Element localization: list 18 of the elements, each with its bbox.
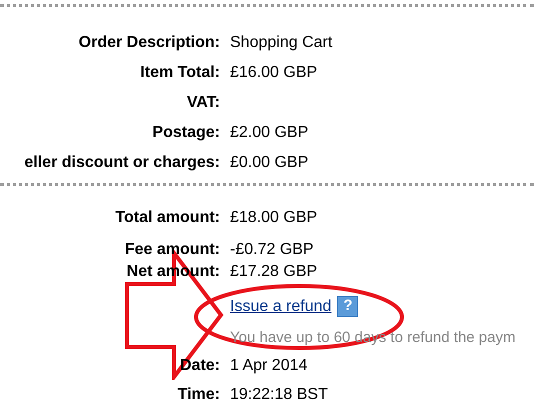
field-value: £17.28 GBP: [230, 262, 318, 282]
field-label: Postage:: [152, 123, 220, 143]
field-label: Order Description:: [78, 33, 220, 53]
field-value: £2.00 GBP: [230, 123, 308, 143]
field-label: Time:: [178, 385, 220, 403]
field-value: 19:22:18 BST: [230, 385, 328, 403]
field-value: £0.00 GBP: [230, 153, 308, 173]
field-label: VAT:: [186, 93, 220, 113]
field-label: eller discount or charges:: [24, 153, 220, 173]
field-value: 1 Apr 2014: [230, 356, 308, 376]
field-value: £18.00 GBP: [230, 208, 318, 228]
field-label: Item Total:: [140, 63, 220, 83]
field-label: Total amount:: [115, 208, 220, 228]
field-value: -£0.72 GBP: [230, 240, 314, 260]
field-value: Shopping Cart: [230, 33, 332, 53]
field-value: £16.00 GBP: [230, 63, 318, 83]
refund-link[interactable]: Issue a refund: [230, 294, 332, 318]
field-label: Fee amount:: [124, 240, 220, 260]
